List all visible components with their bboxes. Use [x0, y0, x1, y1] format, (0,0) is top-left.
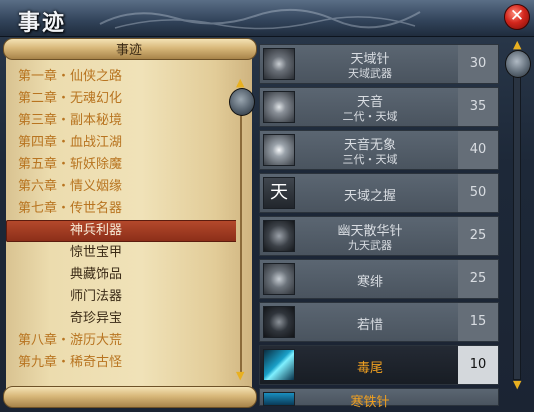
sound-orb-icon [263, 91, 295, 123]
item-name: 天域之握 [343, 189, 396, 204]
item-row[interactable]: 寒绯 25 [259, 259, 499, 299]
scroll-down-arrow-icon[interactable]: ▼ [513, 378, 521, 391]
chapter-item[interactable]: 第三章・副本秘境 [6, 110, 236, 132]
chapter-item[interactable]: 第九章・稀奇古怪 [6, 352, 236, 374]
dark-orb-icon [263, 306, 295, 338]
subcategory-item[interactable]: 神兵利器 [6, 220, 236, 242]
close-button[interactable]: ✕ [504, 4, 530, 30]
frost-orb-icon [263, 263, 295, 295]
scroll-down-arrow-icon[interactable]: ▼ [236, 369, 244, 382]
scroll-title: 事迹 [115, 43, 142, 58]
item-name: 毒尾 [356, 361, 383, 376]
item-subtitle: 九天武器 [348, 239, 392, 252]
chapter-item[interactable]: 第一章・仙侠之路 [6, 66, 236, 88]
demon-mask-thumb-icon[interactable] [505, 50, 531, 78]
item-scroll-track[interactable] [513, 66, 521, 380]
chapter-item[interactable]: 第八章・游历大荒 [6, 330, 236, 352]
item-subtitle: 天域武器 [348, 67, 392, 80]
chapter-item[interactable]: 第五章・斩妖除魔 [6, 154, 236, 176]
claw-emblem-icon [263, 220, 295, 252]
needle-orb-icon [263, 48, 295, 80]
item-level: 25 [458, 260, 498, 298]
item-level: 50 [458, 174, 498, 212]
item-row[interactable]: 寒铁针 [259, 388, 499, 410]
cloud-ornament-icon [99, 8, 421, 30]
item-row[interactable]: 天音 二代・天域 35 [259, 87, 499, 127]
subcategory-item[interactable]: 惊世宝甲 [6, 242, 236, 264]
item-subtitle: 三代・天域 [342, 153, 398, 166]
item-name: 若惜 [356, 318, 383, 333]
item-level: 35 [458, 88, 498, 126]
item-scrollbar[interactable]: ▲ ▼ [505, 38, 531, 394]
chapter-item[interactable]: 第二章・无魂幻化 [6, 88, 236, 110]
subcategory-item[interactable]: 典藏饰品 [6, 264, 236, 286]
demon-mask-thumb-icon[interactable] [229, 88, 255, 116]
chapter-item[interactable]: 第六章・情义姻缘 [6, 176, 236, 198]
achievement-window: 事迹 ✕ 事迹 第一章・仙侠之路 第二章・无魂幻化 第三章・副本秘境 第四章・血战江湖… [0, 0, 534, 412]
icon-glyph: 天 [270, 182, 288, 203]
scroll-roller-bottom [3, 386, 257, 408]
chapter-scrollbar[interactable]: ▲ ▼ [229, 76, 255, 384]
tian-glyph-icon: 天 [263, 177, 295, 209]
item-row[interactable]: 天 天域之握 50 [259, 173, 499, 213]
item-name: 寒铁针 [350, 395, 390, 410]
item-name: 寒绯 [356, 275, 383, 290]
chapter-scroll-track [240, 92, 242, 372]
item-level: 15 [458, 303, 498, 341]
chapter-item[interactable]: 第七章・传世名器 [6, 198, 236, 220]
title-bar[interactable]: 事迹 ✕ [0, 0, 534, 37]
item-subtitle: 二代・天域 [342, 110, 398, 123]
subcategory-item[interactable]: 奇珍异宝 [6, 308, 236, 330]
chapter-item[interactable]: 第四章・血战江湖 [6, 132, 236, 154]
item-row[interactable]: 幽天散华针 九天武器 25 [259, 216, 499, 256]
needle-icon [263, 392, 295, 406]
item-level: 30 [458, 45, 498, 83]
window-title: 事迹 [18, 10, 67, 36]
lightning-tail-icon [263, 349, 295, 381]
item-list: 天域针 天域武器 30 天音 二代・天域 35 天音无象 三代・天域 40 天天域之握 50 幽天散华… [259, 44, 499, 412]
item-level: 25 [458, 217, 498, 255]
item-level: 40 [458, 131, 498, 169]
chapter-list[interactable]: 第一章・仙侠之路 第二章・无魂幻化 第三章・副本秘境 第四章・血战江湖 第五章・斩妖除魔… [6, 66, 236, 386]
item-row[interactable]: 若惜 15 [259, 302, 499, 342]
chapter-scroll: 事迹 第一章・仙侠之路 第二章・无魂幻化 第三章・副本秘境 第四章・血战江湖 第五章・斩… [0, 36, 258, 412]
item-level: 10 [458, 346, 498, 384]
item-row[interactable]: 毒尾 10 [259, 345, 499, 385]
burst-icon [263, 134, 295, 166]
item-row[interactable]: 天域针 天域武器 30 [259, 44, 499, 84]
subcategory-item[interactable]: 师门法器 [6, 286, 236, 308]
item-row[interactable]: 天音无象 三代・天域 40 [259, 130, 499, 170]
